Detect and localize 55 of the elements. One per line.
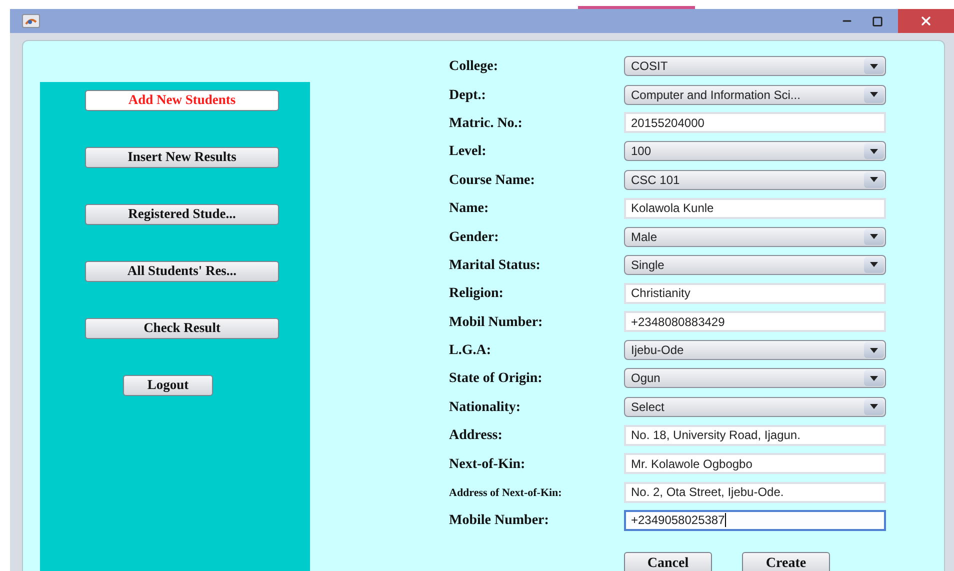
text-field[interactable]: Christianity [624, 282, 886, 304]
form-button[interactable]: Cancel [624, 552, 712, 571]
field-label: Address of Next-of-Kin: [449, 487, 562, 500]
text-field[interactable]: +2348080883429 [624, 311, 886, 332]
text-field[interactable]: 20155204000 [624, 112, 886, 134]
dropdown[interactable]: Male [624, 226, 886, 247]
field-label: Religion: [449, 286, 504, 302]
nav-button[interactable]: Logout [123, 375, 213, 396]
text-field[interactable]: No. 18, University Road, Ijagun. [624, 424, 886, 446]
nav-button[interactable]: Registered Stude... [85, 204, 279, 225]
text-field[interactable]: +2349058025387 [624, 510, 886, 531]
caret-icon [864, 172, 884, 188]
field-label: Nationality: [449, 400, 521, 415]
field-label: Gender: [449, 230, 499, 245]
form-button[interactable]: Create [742, 552, 830, 571]
caret-icon [864, 58, 884, 74]
text-field[interactable]: Kolawola Kunle [624, 198, 886, 219]
field-label: L.G.A: [449, 343, 491, 358]
dropdown[interactable]: CSC 101 [624, 170, 886, 190]
dropdown[interactable]: Computer and Information Sci... [624, 84, 886, 105]
dropdown[interactable]: Select [624, 396, 886, 417]
field-label: Level: [449, 144, 486, 160]
field-label: Address: [449, 428, 502, 444]
nav-button[interactable]: Check Result [85, 318, 279, 339]
close-button[interactable] [898, 9, 954, 33]
text-field[interactable]: No. 2, Ota Street, Ijebu-Ode. [624, 482, 886, 503]
field-label: Course Name: [449, 172, 535, 188]
caret-icon [864, 256, 884, 273]
caret-icon [864, 228, 884, 245]
field-label: Marital Status: [449, 258, 540, 273]
field-label: College: [449, 59, 498, 74]
field-label: Mobile Number: [449, 513, 549, 528]
field-label: State of Origin: [449, 371, 542, 386]
caret-icon [864, 143, 884, 160]
field-label: Mobil Number: [449, 314, 543, 330]
maximize-icon [872, 16, 882, 26]
app-icon[interactable] [22, 14, 40, 28]
dropdown[interactable]: 100 [624, 141, 886, 162]
caret-icon [864, 342, 884, 358]
caret-icon [864, 398, 884, 415]
dropdown[interactable]: Ijebu-Ode [624, 340, 886, 360]
nav-button[interactable]: All Students' Res... [85, 261, 279, 282]
dropdown[interactable]: COSIT [624, 56, 886, 76]
field-label: Matric. No.: [449, 116, 522, 131]
close-icon [919, 14, 933, 28]
nav-button[interactable]: Add New Students [85, 90, 279, 111]
field-label: Dept.: [449, 88, 486, 103]
nav-button[interactable]: Insert New Results [85, 147, 279, 168]
field-label: Name: [449, 201, 489, 216]
dropdown[interactable]: Ogun [624, 368, 886, 388]
text-field[interactable]: Mr. Kolawole Ogbogbo [624, 453, 886, 474]
dropdown[interactable]: Single [624, 254, 886, 275]
caret-icon [864, 86, 884, 103]
field-label: Next-of-Kin: [449, 456, 526, 472]
caret-icon [864, 370, 884, 386]
